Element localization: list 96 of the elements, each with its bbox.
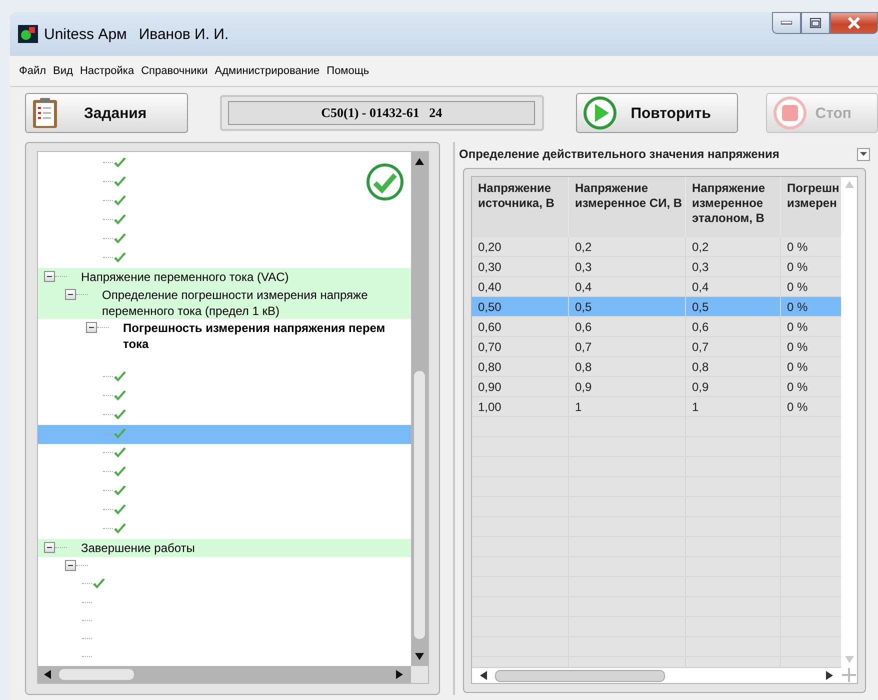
table-cell: 0 % — [781, 317, 841, 337]
table-cell: 0,80 — [472, 357, 569, 377]
maximize-button[interactable] — [801, 12, 830, 34]
column-header[interactable]: Погрешн измерен — [781, 177, 841, 237]
repeat-button[interactable]: Повторить — [576, 93, 738, 133]
check-icon — [113, 466, 127, 478]
table-cell: 0,8 — [686, 357, 781, 377]
check-icon — [113, 214, 127, 226]
check-icon — [113, 157, 127, 169]
scroll-thumb[interactable] — [495, 670, 665, 682]
table-cell: 0 % — [781, 297, 841, 317]
column-header[interactable]: Напряжение измеренное эталоном, В — [686, 177, 781, 237]
collapse-toggle[interactable] — [65, 560, 76, 571]
check-icon — [92, 578, 106, 590]
menu-item[interactable]: Файл — [19, 63, 46, 79]
check-icon — [113, 195, 127, 207]
table-cell: 0,20 — [472, 237, 569, 257]
tasks-button[interactable]: Задания — [25, 93, 188, 133]
stop-icon — [773, 96, 808, 130]
check-icon — [113, 504, 127, 516]
scroll-up-icon[interactable] — [415, 158, 424, 165]
table-cell: 0 % — [781, 337, 841, 357]
tree-node-label[interactable]: Погрешность измерения напряжения перем тока — [123, 319, 391, 352]
clipboard-icon — [32, 97, 58, 129]
table-cell: 1 — [686, 397, 781, 417]
table-cell: 0 % — [781, 257, 841, 277]
table-cell: 0,6 — [569, 317, 686, 337]
table-cell: 0,3 — [686, 257, 781, 277]
window-title: Unitess Арм — [44, 26, 127, 42]
column-header[interactable]: Напряжение измеренное СИ, В — [569, 177, 686, 237]
check-icon — [113, 485, 127, 497]
menu-item[interactable]: Настройка — [80, 63, 134, 79]
scroll-down-icon[interactable] — [415, 653, 424, 660]
maximize-icon — [810, 18, 821, 28]
menu-item[interactable]: Справочники — [141, 63, 208, 79]
minimize-button[interactable] — [772, 12, 801, 34]
table-cell: 0,7 — [686, 337, 781, 357]
collapse-toggle[interactable] — [44, 542, 55, 553]
check-icon — [113, 176, 127, 188]
close-button[interactable] — [830, 12, 878, 34]
table-cell: 0,5 — [569, 297, 686, 317]
table-cell: 0 % — [781, 237, 841, 257]
menu-item[interactable]: Вид — [53, 63, 73, 79]
check-icon — [113, 523, 127, 535]
table-cell: 0,50 — [472, 297, 569, 317]
table-cell: 0,60 — [472, 317, 569, 337]
table-cell: 0,9 — [569, 377, 686, 397]
table-cell: 0 % — [781, 397, 841, 417]
scroll-thumb[interactable] — [59, 669, 134, 680]
check-icon — [113, 409, 127, 421]
check-icon — [113, 428, 127, 440]
check-icon — [113, 371, 127, 383]
scroll-right-icon[interactable] — [826, 671, 833, 680]
scroll-thumb[interactable] — [414, 371, 425, 639]
table-cell: 0,3 — [569, 257, 686, 277]
table-cell: 1 — [569, 397, 686, 417]
scrollbar[interactable] — [411, 152, 428, 666]
menu-item[interactable]: Администрирование — [214, 63, 320, 79]
app-logo-icon — [18, 25, 38, 43]
table-cell: 0,7 — [569, 337, 686, 357]
scrollbar[interactable] — [38, 666, 411, 683]
user-name: Иванов И. И. — [138, 26, 229, 42]
scroll-right-icon[interactable] — [396, 670, 403, 679]
collapse-toggle[interactable] — [44, 271, 55, 282]
table-cell: 1,00 — [472, 397, 569, 417]
check-icon — [113, 252, 127, 264]
table-cell: 0,90 — [472, 377, 569, 397]
table-cell: 0 % — [781, 357, 841, 377]
menu-item[interactable]: Помощь — [326, 63, 370, 79]
collapse-toggle[interactable] — [86, 322, 97, 333]
table-cell: 0,6 — [686, 317, 781, 337]
scrollbar[interactable] — [472, 667, 841, 683]
minimize-icon — [781, 21, 792, 25]
close-icon — [847, 17, 861, 29]
play-icon — [582, 96, 617, 130]
caret-icon — [860, 152, 867, 156]
collapse-toggle[interactable] — [65, 289, 76, 300]
table-cell: 0,30 — [472, 257, 569, 277]
scroll-left-icon[interactable] — [480, 671, 487, 680]
table-cell: 0,9 — [686, 377, 781, 397]
scroll-left-icon[interactable] — [44, 670, 51, 679]
column-header[interactable]: Напряжение источника, В — [472, 177, 569, 237]
table-cell: 0,2 — [686, 237, 781, 257]
task-number-field[interactable]: C50(1) - 01432-61 24 — [228, 101, 536, 125]
completed-check-icon — [365, 162, 405, 202]
table-cell: 0,70 — [472, 337, 569, 357]
check-icon — [113, 233, 127, 245]
table-cell: 0,2 — [569, 237, 686, 257]
check-icon — [113, 447, 127, 459]
resize-grip-icon[interactable] — [841, 667, 857, 683]
section-title: Определение действительного значения напряжения — [459, 147, 780, 161]
table-cell: 0,8 — [569, 357, 686, 377]
check-icon — [113, 390, 127, 402]
dropdown-button[interactable] — [857, 148, 870, 160]
table-cell: 0 % — [781, 377, 841, 397]
table-cell: 0,5 — [686, 297, 781, 317]
